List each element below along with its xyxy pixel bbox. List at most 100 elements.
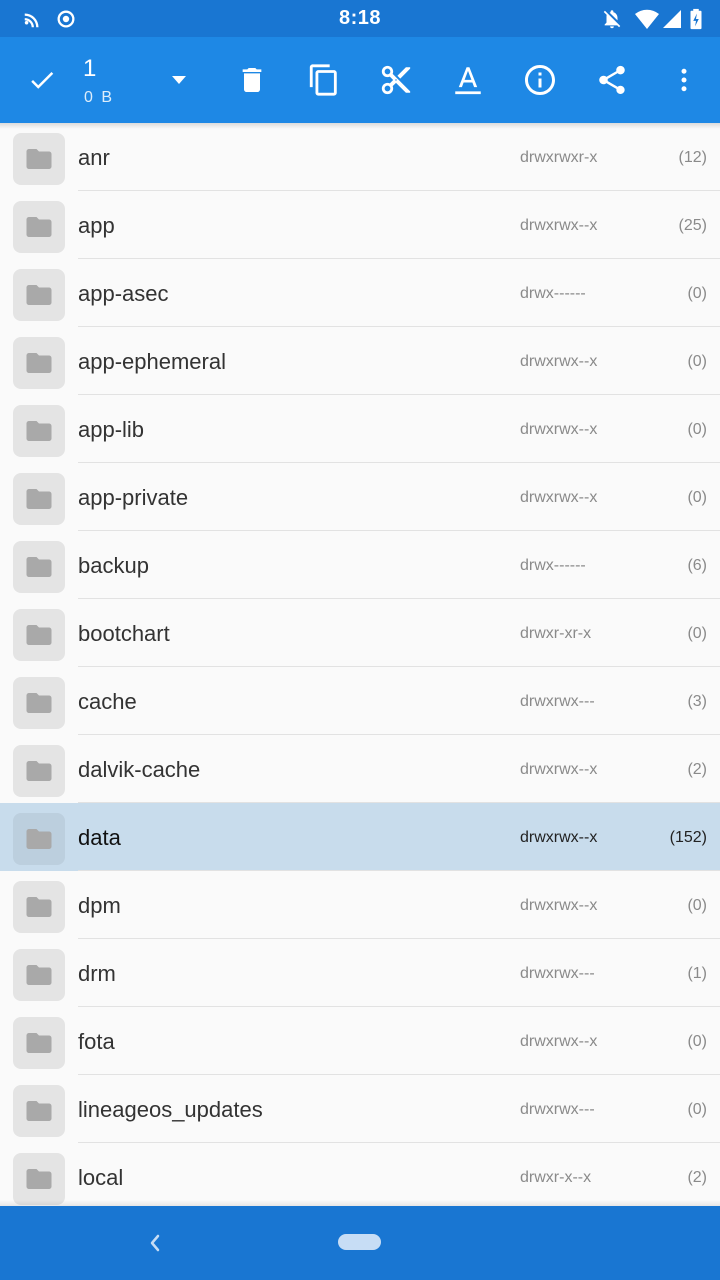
folder-thumbnail[interactable] [13, 745, 65, 797]
file-row-fota[interactable]: fota drwxrwx--x (0) [0, 1007, 720, 1075]
file-name: anr [78, 145, 110, 170]
copy-button[interactable] [300, 55, 348, 105]
rename-button[interactable] [444, 55, 492, 105]
file-permissions: drwxrwx--x [520, 1033, 598, 1050]
folder-icon [26, 285, 52, 305]
folder-icon [26, 1101, 52, 1121]
delete-icon [242, 68, 262, 92]
folder-thumbnail[interactable] [13, 813, 65, 865]
more-options-button[interactable] [660, 55, 708, 105]
file-name: local [78, 1165, 124, 1190]
file-list: anr drwxrwxr-x (12) app drwxrwx--x (25) … [0, 123, 720, 1206]
file-row-app-private[interactable]: app-private drwxrwx--x (0) [0, 463, 720, 531]
folder-thumbnail[interactable] [13, 1017, 65, 1069]
notifications-off-icon [603, 10, 621, 29]
file-item-count: (0) [687, 285, 707, 302]
file-row-lineageos_updates[interactable]: lineageos_updates drwxrwx--- (0) [0, 1075, 720, 1143]
folder-icon [26, 149, 52, 169]
file-permissions: drwx------ [520, 557, 586, 574]
file-row-data[interactable]: data drwxrwx--x (152) [0, 803, 720, 871]
copy-icon [309, 64, 337, 96]
file-row-app[interactable]: app drwxrwx--x (25) [0, 191, 720, 259]
cut-button[interactable] [372, 55, 420, 105]
file-item-count: (12) [678, 149, 707, 166]
file-permissions: drwxrwx--- [520, 693, 595, 710]
home-pill-icon[interactable] [338, 1234, 381, 1250]
file-item-count: (2) [687, 1169, 707, 1186]
folder-icon [26, 693, 52, 713]
file-permissions: drwxrwx--x [520, 217, 598, 234]
wifi-icon [635, 9, 659, 30]
file-row-local[interactable]: local drwxr-x--x (2) [0, 1143, 720, 1206]
file-item-count: (2) [687, 761, 707, 778]
folder-thumbnail[interactable] [13, 677, 65, 729]
file-permissions: drwxrwx--x [520, 897, 598, 914]
info-icon [525, 65, 555, 95]
back-icon[interactable] [140, 1228, 168, 1258]
file-name: cache [78, 689, 137, 714]
delete-button[interactable] [228, 55, 276, 105]
folder-thumbnail[interactable] [13, 133, 65, 185]
file-name: dpm [78, 893, 121, 918]
file-row-backup[interactable]: backup drwx------ (6) [0, 531, 720, 599]
file-permissions: drwxrwx--x [520, 761, 598, 778]
file-row-app-ephemeral[interactable]: app-ephemeral drwxrwx--x (0) [0, 327, 720, 395]
folder-thumbnail[interactable] [13, 1153, 65, 1205]
file-permissions: drwx------ [520, 285, 586, 302]
file-name: app-private [78, 485, 189, 510]
folder-icon [26, 489, 52, 509]
folder-icon [26, 1169, 52, 1189]
file-name: app-asec [78, 281, 169, 306]
file-row-anr[interactable]: anr drwxrwxr-x (12) [0, 123, 720, 191]
file-row-dalvik-cache[interactable]: dalvik-cache drwxrwx--x (2) [0, 735, 720, 803]
file-name: dalvik-cache [78, 757, 201, 782]
signal-icon [663, 10, 681, 28]
share-button[interactable] [588, 55, 636, 105]
check-icon [31, 72, 54, 89]
file-row-dpm[interactable]: dpm drwxrwx--x (0) [0, 871, 720, 939]
file-name: data [78, 825, 121, 850]
folder-thumbnail[interactable] [13, 337, 65, 389]
file-item-count: (0) [687, 897, 707, 914]
folder-icon [26, 897, 52, 917]
file-row-bootchart[interactable]: bootchart drwxr-xr-x (0) [0, 599, 720, 667]
file-row-drm[interactable]: drm drwxrwx--- (1) [0, 939, 720, 1007]
folder-thumbnail[interactable] [13, 949, 65, 1001]
file-item-count: (152) [669, 829, 707, 846]
file-name: bootchart [78, 621, 170, 646]
folder-thumbnail[interactable] [13, 541, 65, 593]
selection-dropdown-button[interactable] [155, 55, 203, 105]
folder-thumbnail[interactable] [13, 269, 65, 321]
folder-icon [26, 217, 52, 237]
folder-thumbnail[interactable] [13, 473, 65, 525]
file-permissions: drwxrwx--x [520, 421, 598, 438]
folder-icon [26, 1033, 52, 1053]
share-icon [599, 65, 625, 95]
folder-thumbnail[interactable] [13, 405, 65, 457]
folder-thumbnail[interactable] [13, 201, 65, 253]
file-permissions: drwxrwx--- [520, 965, 595, 982]
file-item-count: (6) [687, 557, 707, 574]
file-row-app-asec[interactable]: app-asec drwx------ (0) [0, 259, 720, 327]
folder-icon [26, 557, 52, 577]
file-item-count: (0) [687, 625, 707, 642]
file-item-count: (0) [687, 1033, 707, 1050]
file-row-app-lib[interactable]: app-lib drwxrwx--x (0) [0, 395, 720, 463]
file-item-count: (0) [687, 489, 707, 506]
file-permissions: drwxrwxr-x [520, 149, 598, 166]
confirm-selection-button[interactable] [18, 55, 66, 105]
navigation-bar [0, 1206, 720, 1280]
file-name: app [78, 213, 115, 238]
battery-icon [690, 8, 702, 30]
folder-icon [26, 353, 52, 373]
info-button[interactable] [516, 55, 564, 105]
cut-icon [381, 65, 411, 95]
folder-thumbnail[interactable] [13, 881, 65, 933]
folder-thumbnail[interactable] [13, 1085, 65, 1137]
folder-icon [26, 421, 52, 441]
more-icon [681, 68, 687, 92]
folder-thumbnail[interactable] [13, 609, 65, 661]
file-name: drm [78, 961, 116, 986]
file-row-cache[interactable]: cache drwxrwx--- (3) [0, 667, 720, 735]
folder-icon [26, 829, 52, 849]
